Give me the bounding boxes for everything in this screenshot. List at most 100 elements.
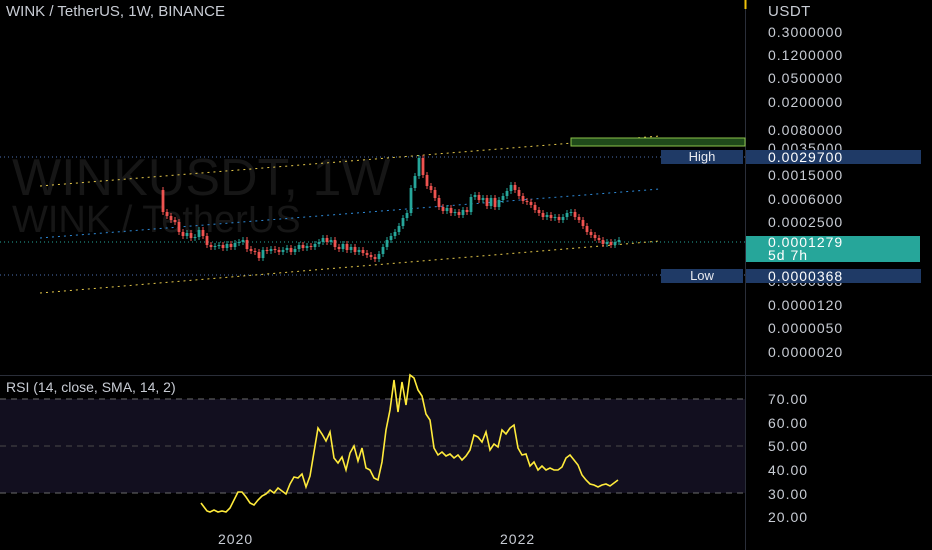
candle-body	[437, 198, 441, 207]
candle-body	[393, 232, 397, 236]
candle-body	[441, 207, 445, 211]
candle-body	[205, 236, 209, 245]
price-axis-label: 0.0000050	[768, 320, 844, 336]
candle-body	[181, 232, 185, 236]
candle-body	[197, 230, 201, 237]
candle-body	[569, 212, 573, 213]
candle-body	[301, 245, 305, 248]
candle-body	[177, 222, 181, 232]
candle-body	[169, 216, 173, 220]
candle-body	[509, 185, 513, 191]
candle-body	[497, 200, 501, 207]
candle-body	[277, 250, 281, 252]
candle-body	[553, 217, 557, 218]
candle-body	[545, 215, 549, 217]
rsi-axis-label: 30.00	[768, 486, 809, 502]
candle-body	[293, 249, 297, 252]
price-axis-label: 0.0015000	[768, 167, 844, 183]
candle-body	[413, 176, 417, 188]
candle-body	[401, 218, 405, 226]
bar-countdown: 5d 7h	[768, 247, 809, 263]
chart-title[interactable]: WINK / TetherUS, 1W, BINANCE	[6, 3, 225, 20]
candle-body	[409, 188, 413, 213]
candle-body	[233, 243, 237, 247]
candle-body	[161, 190, 165, 212]
candle-body	[425, 175, 429, 186]
candle-body	[345, 244, 349, 250]
candle-body	[405, 213, 409, 218]
candle-body	[385, 240, 389, 247]
rsi-axis-label: 60.00	[768, 415, 809, 431]
candle-body	[317, 242, 321, 244]
candle-body	[609, 242, 613, 245]
price-axis-label: 0.3000000	[768, 24, 844, 40]
candle-body	[257, 252, 261, 258]
candle-body	[453, 212, 457, 213]
candle-body	[329, 240, 333, 242]
candle-body	[397, 226, 401, 232]
candle-body	[617, 240, 621, 242]
candle-body	[473, 195, 477, 197]
candle-body	[217, 245, 221, 246]
price-axis-label: 0.0080000	[768, 122, 844, 138]
candle-body	[381, 247, 385, 254]
price-axis-unit: USDT	[768, 3, 811, 20]
candle-body	[513, 185, 517, 190]
candle-body	[541, 213, 545, 217]
candle-body	[313, 244, 317, 247]
candle-body	[577, 217, 581, 220]
candle-body	[253, 251, 257, 252]
candle-body	[521, 196, 525, 201]
candle-body	[601, 240, 605, 244]
candle-body	[297, 245, 301, 249]
low-label-tag: Low	[661, 269, 743, 283]
target-zone-box[interactable]	[570, 137, 746, 147]
candle-body	[337, 247, 341, 249]
candle-body	[605, 242, 609, 244]
candle-body	[529, 202, 533, 205]
candle-body	[193, 237, 197, 238]
candle-body	[213, 246, 217, 247]
rsi-indicator-title[interactable]: RSI (14, close, SMA, 14, 2)	[6, 379, 176, 395]
candle-body	[465, 210, 469, 212]
candle-body	[533, 205, 537, 210]
high-value-tag: 0.0029700	[746, 150, 921, 164]
candle-body	[333, 240, 337, 247]
rsi-axis-label: 20.00	[768, 509, 809, 525]
candle-body	[245, 240, 249, 249]
candle-body	[305, 246, 309, 248]
candle-body	[597, 238, 601, 240]
candle-body	[269, 249, 273, 251]
candle-body	[433, 190, 437, 198]
candle-body	[249, 249, 253, 251]
candle-body	[285, 248, 289, 250]
candle-body	[165, 212, 169, 216]
watermark-pair: WINK / TetherUS	[12, 199, 301, 241]
candle-body	[561, 217, 565, 220]
candle-body	[581, 220, 585, 226]
rsi-axis-label: 70.00	[768, 391, 809, 407]
candle-body	[421, 158, 425, 175]
candle-body	[341, 244, 345, 249]
candle-body	[457, 212, 461, 215]
price-axis-label: 0.0000020	[768, 344, 844, 360]
price-axis-label: 0.0002500	[768, 214, 844, 230]
candle-body	[517, 190, 521, 196]
candle-body	[325, 238, 329, 242]
high-label-tag: High	[661, 150, 743, 164]
price-axis-label: 0.1200000	[768, 47, 844, 63]
candle-body	[449, 208, 453, 213]
rsi-axis-label: 50.00	[768, 438, 809, 454]
candle-body	[353, 247, 357, 252]
candle-body	[369, 255, 373, 257]
rsi-axis-label: 40.00	[768, 462, 809, 478]
candle-body	[613, 242, 617, 245]
candle-body	[481, 198, 485, 200]
price-axis-label: 0.0006000	[768, 191, 844, 207]
candle-body	[445, 208, 449, 211]
candle-body	[349, 247, 353, 250]
candle-body	[525, 201, 529, 202]
candle-body	[261, 250, 265, 258]
candle-body	[185, 233, 189, 236]
candle-body	[469, 197, 473, 212]
